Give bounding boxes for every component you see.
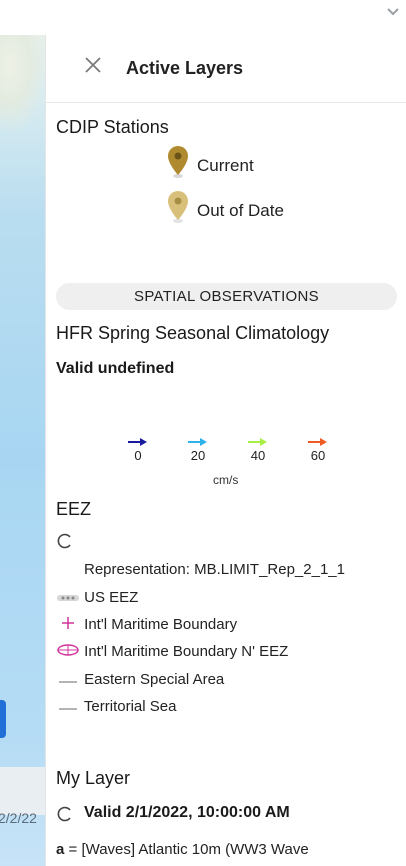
my-layer-title: My Layer	[56, 768, 131, 788]
eez-legend-label: Int'l Maritime Boundary	[84, 616, 238, 633]
arrow-right-icon	[308, 438, 327, 446]
eez-legend-item: US EEZ	[56, 589, 138, 607]
eez-representation-label: Representation: MB.LIMIT_Rep_2_1_1	[84, 561, 345, 578]
eez-legend-label: Eastern Special Area	[84, 671, 225, 688]
chevron-down-icon[interactable]	[386, 4, 400, 22]
eez-legend-item: Int'l Maritime Boundary N' EEZ	[56, 643, 288, 661]
map-timeline-band	[0, 767, 45, 815]
dash-line-icon	[56, 699, 80, 716]
top-bar	[45, 0, 406, 35]
hfr-unit-label: cm/s	[213, 473, 239, 487]
hfr-scale-value: 40	[250, 448, 266, 463]
arrow-right-icon	[188, 438, 207, 446]
hfr-scale-value: 60	[310, 448, 326, 463]
eez-legend-label: Int'l Maritime Boundary N' EEZ	[84, 643, 289, 660]
eez-legend-item: Int'l Maritime Boundary	[56, 616, 237, 634]
eez-layer-title: EEZ	[56, 499, 92, 519]
cdip-legend-current: Current	[166, 145, 366, 185]
eez-legend-label: Territorial Sea	[83, 698, 177, 715]
cdip-legend-out-of-date: Out of Date	[166, 190, 366, 230]
hfr-scale-item: 40	[238, 437, 278, 463]
hfr-scale-item: 20	[178, 437, 218, 463]
legend-label-current: Current	[197, 156, 254, 175]
map-view[interactable]: 2/2/22	[0, 35, 45, 866]
hfr-scale-value: 20	[190, 448, 206, 463]
close-button[interactable]	[84, 55, 104, 79]
spatial-observations-header: SPATIAL OBSERVATIONS	[56, 283, 397, 310]
loading-spinner-icon	[57, 533, 73, 554]
arrow-right-icon	[128, 438, 147, 446]
my-layer-description: a = [Waves] Atlantic 10m (WW3 Wave	[56, 841, 309, 858]
dash-line-icon	[56, 672, 80, 689]
my-layer-desc-text: = [Waves] Atlantic 10m (WW3 Wave	[64, 841, 309, 858]
eez-legend-item: Eastern Special Area	[56, 671, 224, 689]
legend-label-out-of-date: Out of Date	[197, 201, 284, 220]
map-pin-current-icon	[168, 146, 188, 178]
us-eez-line-icon	[56, 590, 80, 607]
hfr-scale-item: 0	[118, 437, 158, 463]
map-land-area	[0, 35, 45, 130]
hfr-scale-item: 60	[298, 437, 338, 463]
hfr-scale-value: 0	[134, 448, 142, 463]
plus-boundary-icon	[56, 616, 80, 634]
hfr-layer-title: HFR Spring Seasonal Climatology	[56, 323, 330, 343]
hfr-valid-label: Valid undefined	[56, 360, 175, 377]
map-control-tab[interactable]	[0, 700, 6, 738]
cdip-section-title: CDIP Stations	[56, 117, 169, 137]
active-layers-panel: Active Layers CDIP Stations Current Out …	[45, 35, 406, 866]
eez-legend-label: US EEZ	[84, 589, 139, 606]
map-pin-out-of-date-icon	[168, 191, 188, 223]
ellipse-boundary-icon	[56, 643, 80, 661]
eez-legend-item: Territorial Sea	[56, 698, 176, 716]
panel-header: Active Layers	[46, 35, 406, 103]
loading-spinner-icon	[57, 806, 73, 827]
my-layer-valid-label: Valid 2/1/2022, 10:00:00 AM	[84, 804, 290, 821]
close-icon	[85, 57, 101, 73]
arrow-right-icon	[248, 438, 267, 446]
panel-title: Active Layers	[126, 58, 244, 78]
map-date-label: 2/2/22	[0, 810, 37, 826]
